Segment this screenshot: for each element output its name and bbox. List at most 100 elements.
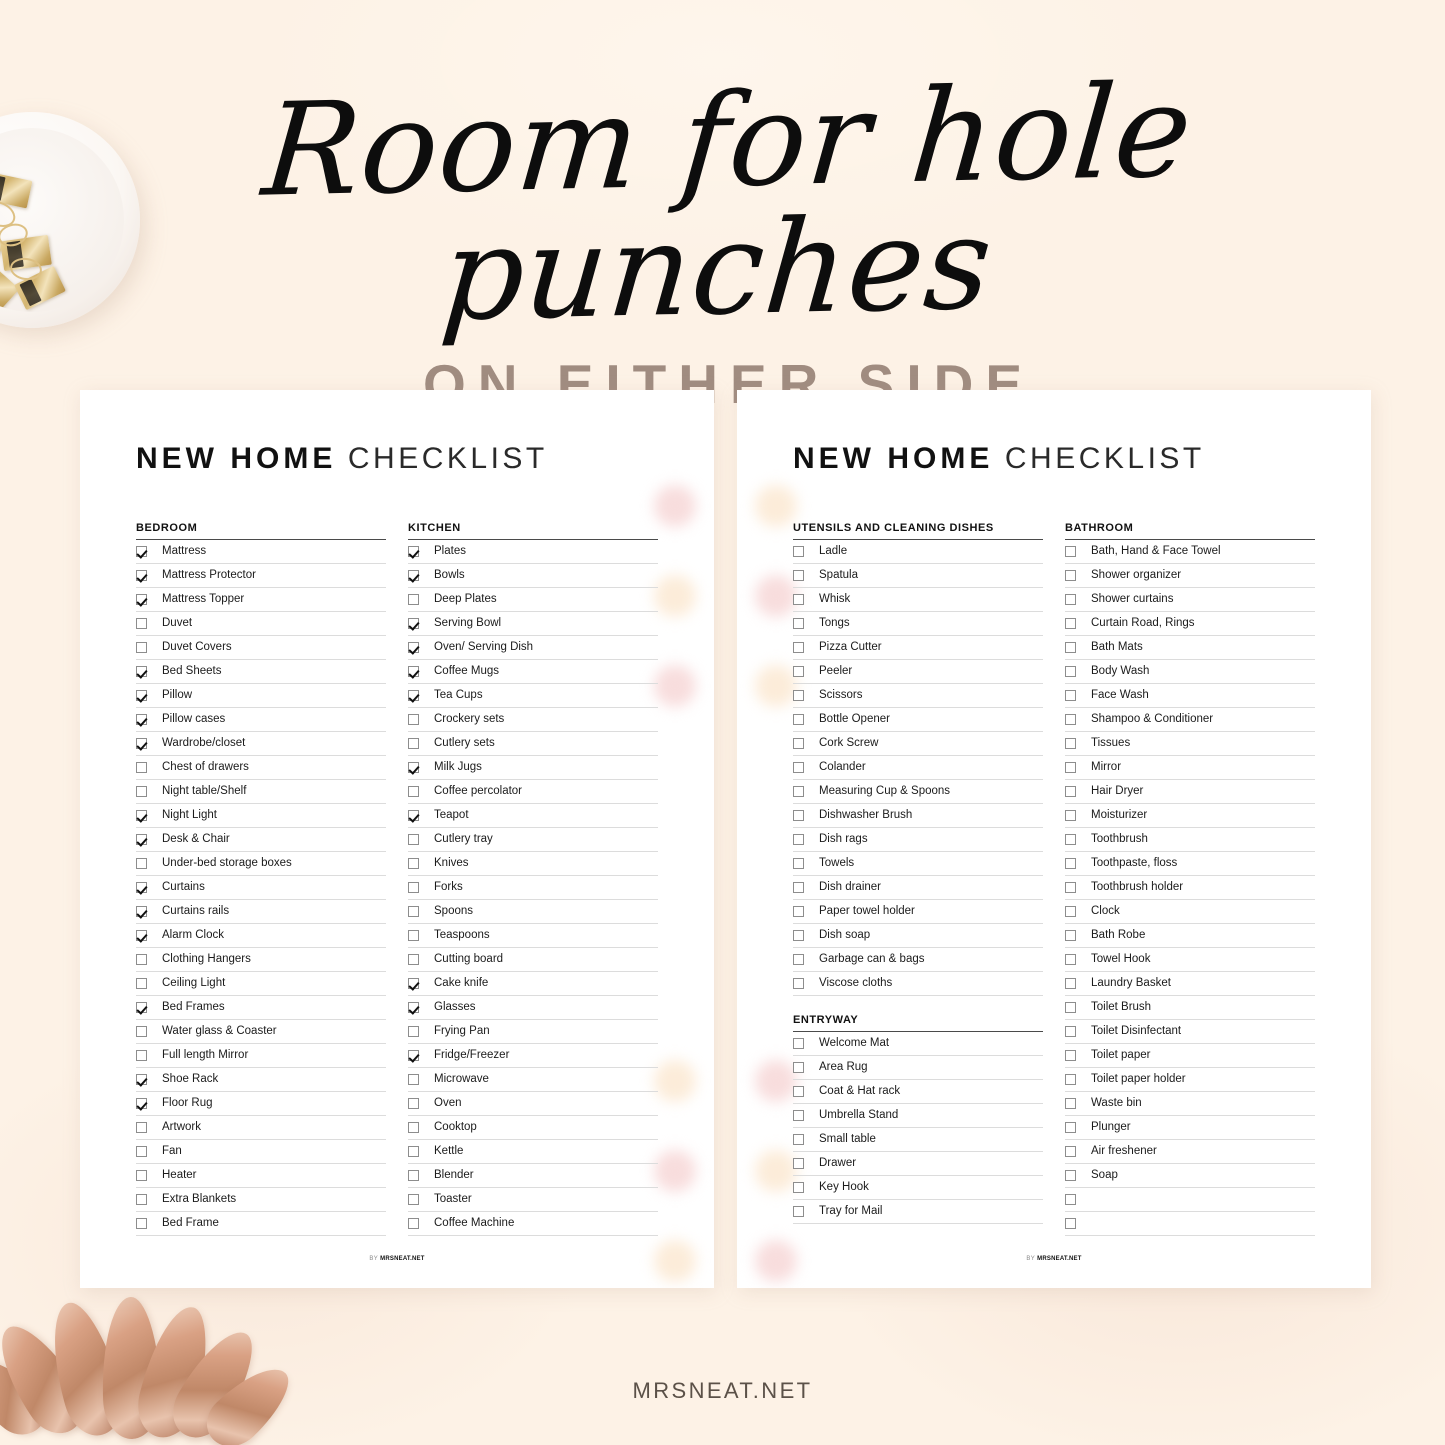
checklist-row[interactable]: Tissues	[1065, 732, 1315, 756]
checkbox-icon[interactable]	[136, 1170, 147, 1181]
checklist-row[interactable]: Shower organizer	[1065, 564, 1315, 588]
checkbox-icon[interactable]	[793, 666, 804, 677]
checkbox-icon[interactable]	[408, 954, 419, 965]
checkbox-icon[interactable]	[793, 546, 804, 557]
checklist-row[interactable]: Spatula	[793, 564, 1043, 588]
checklist-row[interactable]: Colander	[793, 756, 1043, 780]
checklist-row[interactable]: Laundry Basket	[1065, 972, 1315, 996]
checkbox-icon[interactable]	[136, 1050, 147, 1061]
checklist-row[interactable]: Whisk	[793, 588, 1043, 612]
checkbox-icon[interactable]	[1065, 1122, 1076, 1133]
checklist-row[interactable]: Artwork	[136, 1116, 386, 1140]
checkbox-icon[interactable]	[1065, 1002, 1076, 1013]
checklist-row[interactable]: Fan	[136, 1140, 386, 1164]
checkbox-checked-icon[interactable]	[408, 690, 419, 701]
checklist-row[interactable]: Ladle	[793, 540, 1043, 564]
checklist-row[interactable]: Body Wash	[1065, 660, 1315, 684]
checkbox-checked-icon[interactable]	[408, 762, 419, 773]
checkbox-icon[interactable]	[1065, 1170, 1076, 1181]
checkbox-icon[interactable]	[1065, 642, 1076, 653]
checkbox-icon[interactable]	[1065, 978, 1076, 989]
checklist-row[interactable]: Garbage can & bags	[793, 948, 1043, 972]
checkbox-icon[interactable]	[1065, 930, 1076, 941]
checklist-row[interactable]: Mattress	[136, 540, 386, 564]
checklist-row[interactable]: Ceiling Light	[136, 972, 386, 996]
checkbox-icon[interactable]	[136, 642, 147, 653]
checklist-row[interactable]	[1065, 1188, 1315, 1212]
checklist-row[interactable]: Drawer	[793, 1152, 1043, 1176]
checklist-row[interactable]: Extra Blankets	[136, 1188, 386, 1212]
checkbox-checked-icon[interactable]	[136, 930, 147, 941]
checklist-row[interactable]: Bed Frames	[136, 996, 386, 1020]
checklist-row[interactable]: Microwave	[408, 1068, 658, 1092]
checklist-row[interactable]: Frying Pan	[408, 1020, 658, 1044]
checklist-row[interactable]: Kettle	[408, 1140, 658, 1164]
checkbox-icon[interactable]	[793, 834, 804, 845]
checkbox-icon[interactable]	[793, 714, 804, 725]
checkbox-icon[interactable]	[136, 1218, 147, 1229]
checkbox-icon[interactable]	[136, 1122, 147, 1133]
checkbox-icon[interactable]	[1065, 762, 1076, 773]
checkbox-icon[interactable]	[1065, 834, 1076, 845]
checklist-row[interactable]: Small table	[793, 1128, 1043, 1152]
checklist-row[interactable]: Air freshener	[1065, 1140, 1315, 1164]
checkbox-icon[interactable]	[793, 594, 804, 605]
checkbox-icon[interactable]	[793, 810, 804, 821]
checkbox-checked-icon[interactable]	[136, 810, 147, 821]
checkbox-icon[interactable]	[136, 1194, 147, 1205]
checklist-row[interactable]: Bath, Hand & Face Towel	[1065, 540, 1315, 564]
checkbox-checked-icon[interactable]	[136, 738, 147, 749]
checklist-row[interactable]: Bed Frame	[136, 1212, 386, 1236]
checklist-row[interactable]: Hair Dryer	[1065, 780, 1315, 804]
checklist-row[interactable]: Cake knife	[408, 972, 658, 996]
checkbox-icon[interactable]	[793, 618, 804, 629]
checklist-row[interactable]: Alarm Clock	[136, 924, 386, 948]
checklist-row[interactable]: Tea Cups	[408, 684, 658, 708]
checkbox-icon[interactable]	[793, 738, 804, 749]
checkbox-icon[interactable]	[1065, 714, 1076, 725]
checklist-row[interactable]: Night table/Shelf	[136, 780, 386, 804]
checklist-row[interactable]: Dish drainer	[793, 876, 1043, 900]
checklist-row[interactable]: Bed Sheets	[136, 660, 386, 684]
checkbox-icon[interactable]	[1065, 786, 1076, 797]
checklist-row[interactable]: Mattress Protector	[136, 564, 386, 588]
checkbox-icon[interactable]	[408, 594, 419, 605]
checklist-row[interactable]: Cutlery tray	[408, 828, 658, 852]
checklist-row[interactable]: Duvet	[136, 612, 386, 636]
checklist-row[interactable]: Night Light	[136, 804, 386, 828]
checklist-row[interactable]: Desk & Chair	[136, 828, 386, 852]
checkbox-icon[interactable]	[793, 882, 804, 893]
checkbox-icon[interactable]	[408, 714, 419, 725]
checkbox-checked-icon[interactable]	[408, 642, 419, 653]
checklist-row[interactable]: Heater	[136, 1164, 386, 1188]
checklist-row[interactable]: Toilet Brush	[1065, 996, 1315, 1020]
checkbox-checked-icon[interactable]	[408, 546, 419, 557]
checkbox-checked-icon[interactable]	[136, 594, 147, 605]
checkbox-icon[interactable]	[1065, 1218, 1076, 1229]
checklist-row[interactable]: Umbrella Stand	[793, 1104, 1043, 1128]
checkbox-icon[interactable]	[793, 786, 804, 797]
checkbox-icon[interactable]	[408, 1122, 419, 1133]
checklist-row[interactable]: Floor Rug	[136, 1092, 386, 1116]
checkbox-icon[interactable]	[1065, 690, 1076, 701]
checklist-row[interactable]: Plunger	[1065, 1116, 1315, 1140]
checklist-row[interactable]: Curtains rails	[136, 900, 386, 924]
checklist-row[interactable]: Clothing Hangers	[136, 948, 386, 972]
checklist-row[interactable]: Shoe Rack	[136, 1068, 386, 1092]
checkbox-icon[interactable]	[408, 1026, 419, 1037]
checklist-row[interactable]: Glasses	[408, 996, 658, 1020]
checkbox-icon[interactable]	[793, 1038, 804, 1049]
checklist-row[interactable]: Area Rug	[793, 1056, 1043, 1080]
checklist-row[interactable]: Pizza Cutter	[793, 636, 1043, 660]
checklist-row[interactable]: Cooktop	[408, 1116, 658, 1140]
checkbox-icon[interactable]	[1065, 1194, 1076, 1205]
checklist-row[interactable]: Duvet Covers	[136, 636, 386, 660]
checkbox-icon[interactable]	[408, 882, 419, 893]
checklist-row[interactable]: Dish soap	[793, 924, 1043, 948]
checklist-row[interactable]: Bath Mats	[1065, 636, 1315, 660]
checklist-row[interactable]: Curtains	[136, 876, 386, 900]
checkbox-checked-icon[interactable]	[408, 810, 419, 821]
checkbox-icon[interactable]	[1065, 1026, 1076, 1037]
checklist-row[interactable]: Tray for Mail	[793, 1200, 1043, 1224]
checklist-row[interactable]: Under-bed storage boxes	[136, 852, 386, 876]
